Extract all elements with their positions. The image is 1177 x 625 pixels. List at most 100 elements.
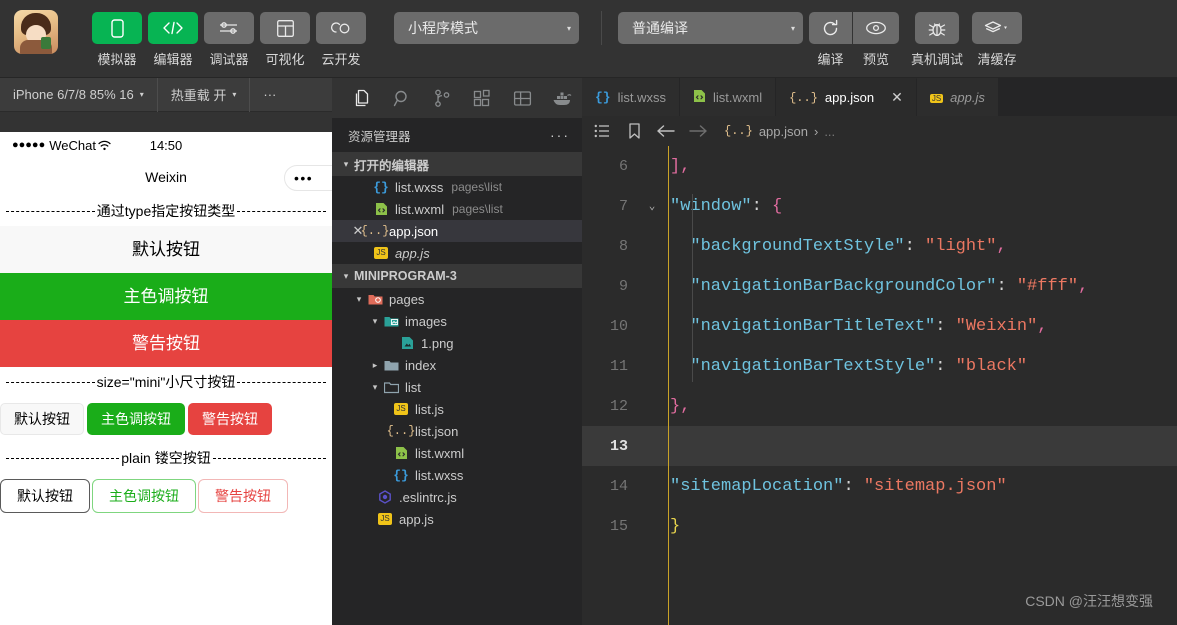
tree-item-eslintrc[interactable]: .eslintrc.js — [332, 486, 582, 508]
code-line[interactable]: 6], — [582, 146, 1177, 186]
device-debug-action[interactable]: 真机调试 — [911, 0, 963, 68]
tree-item-list-wxml[interactable]: list.wxml — [332, 442, 582, 464]
explorer-more-icon[interactable]: ··· — [550, 127, 570, 143]
tree-item-index[interactable]: ▸ index — [332, 354, 582, 376]
json-icon: {..} — [386, 424, 416, 438]
button-plain-primary[interactable]: 主色调按钮 — [92, 479, 196, 513]
json-icon: {..} — [724, 124, 753, 138]
button-warn-block[interactable]: 警告按钮 — [0, 320, 332, 367]
code-line[interactable]: 13 — [582, 426, 1177, 466]
tree-item-label: index — [405, 357, 437, 373]
section-open-editors[interactable]: ▾ 打开的编辑器 — [332, 152, 582, 176]
clear-cache-action[interactable]: 清缓存 — [972, 0, 1023, 68]
open-editor-name: list.wxss — [395, 179, 444, 195]
mode-select[interactable]: 小程序模式 ▾ — [394, 12, 579, 44]
arrow-right-icon[interactable] — [684, 124, 712, 138]
button-mini-default[interactable]: 默认按钮 — [0, 403, 84, 435]
code-line[interactable]: 11 "navigationBarTextStyle": "black" — [582, 346, 1177, 386]
search-icon[interactable] — [382, 78, 422, 118]
files-icon[interactable] — [342, 78, 382, 118]
section-project-root[interactable]: ▾ MINIPROGRAM-3 — [332, 264, 582, 288]
button-mini-primary[interactable]: 主色调按钮 — [87, 403, 185, 435]
tab-list-wxml[interactable]: list.wxml — [680, 78, 777, 116]
panel-toggle-cloud[interactable]: 云开发 — [316, 12, 366, 68]
compile-select[interactable]: 普通编译 ▾ — [618, 12, 803, 44]
capsule-button[interactable]: ••• — [284, 165, 332, 191]
code-line[interactable]: 14 "sitemapLocation": "sitemap.json" — [582, 466, 1177, 506]
close-icon[interactable]: ✕ — [891, 89, 903, 106]
button-plain-warn[interactable]: 警告按钮 — [198, 479, 288, 513]
docker-icon[interactable] — [542, 78, 582, 118]
code-line[interactable]: 15} — [582, 506, 1177, 546]
bookmark-icon[interactable] — [620, 123, 648, 139]
tree-item-pages[interactable]: ▾ pages — [332, 288, 582, 310]
code-lines: 6], 7 ⌄ "window": {8 "backgroundTextStyle":… — [582, 146, 1177, 546]
tab-app-json[interactable]: {..} app.json ✕ — [776, 78, 917, 116]
chevron-down-icon[interactable]: ▾ — [368, 382, 382, 393]
code-line[interactable]: 7 ⌄ "window": { — [582, 186, 1177, 226]
tree-item-list-wxss[interactable]: {} list.wxss — [332, 464, 582, 486]
code-token: , — [1037, 316, 1048, 336]
code-line[interactable]: 8 "backgroundTextStyle": "light", — [582, 226, 1177, 266]
explorer-header: 资源管理器 ··· — [332, 118, 582, 152]
layout-panel-icon[interactable] — [502, 78, 542, 118]
tree-item-label: app.js — [399, 511, 434, 527]
chevron-down-icon[interactable]: ▾ — [352, 294, 366, 305]
tree-item-label: list.json — [415, 423, 459, 439]
simulator-more-button[interactable]: ··· — [250, 78, 289, 112]
mode-select-value: 小程序模式 — [408, 20, 478, 36]
wifi-icon — [98, 140, 111, 151]
arrow-left-icon[interactable] — [652, 124, 680, 138]
activity-bar — [332, 78, 582, 118]
code-line[interactable]: 10 "navigationBarTitleText": "Weixin", — [582, 306, 1177, 346]
tab-list-wxss[interactable]: {} list.wxss — [582, 78, 680, 116]
section-header-mini: size="mini"小尺寸按钮 — [0, 367, 332, 397]
compile-action-label: 编译 — [817, 52, 844, 67]
extensions-icon[interactable] — [462, 78, 502, 118]
outline-icon[interactable] — [588, 124, 616, 138]
editor-tab-bar: {} list.wxss list.wxml {..} app.json ✕ J… — [582, 78, 1177, 116]
source-control-icon[interactable] — [422, 78, 462, 118]
chevron-down-icon[interactable]: ▾ — [368, 316, 382, 327]
user-avatar[interactable] — [14, 10, 58, 54]
tree-item-images[interactable]: ▾ images — [332, 310, 582, 332]
compile-action[interactable]: 编译 — [809, 0, 852, 68]
panel-toggle-visual[interactable]: 可视化 — [260, 12, 310, 68]
tree-item-app-js[interactable]: JS app.js — [332, 508, 582, 530]
button-mini-warn[interactable]: 警告按钮 — [188, 403, 272, 435]
simulator-panel: iPhone 6/7/8 85% 16 ▾ 热重载 开 ▾ ··· ●●●●● … — [0, 78, 332, 625]
breadcrumb-file[interactable]: {..} app.json › ... — [724, 124, 835, 139]
code-line[interactable]: 9 "navigationBarBackgroundColor": "#fff"… — [582, 266, 1177, 306]
tree-item-1png[interactable]: 1.png — [332, 332, 582, 354]
open-editor-item-app-json[interactable]: ✕ {..} app.json — [332, 220, 582, 242]
preview-action[interactable]: 预览 — [853, 0, 899, 68]
panel-toggle-debugger[interactable]: 调试器 — [204, 12, 254, 68]
button-plain-default[interactable]: 默认按钮 — [0, 479, 90, 513]
open-editor-item-list-wxss[interactable]: {} list.wxss pages\list — [332, 176, 582, 198]
folder-open-green-icon — [382, 315, 400, 328]
tab-app-js[interactable]: JS app.js — [916, 78, 999, 116]
tree-item-list[interactable]: ▾ list — [332, 376, 582, 398]
breadcrumb: {..} app.json › ... — [582, 116, 1177, 146]
code-token: "navigationBarBackgroundColor" — [670, 276, 997, 296]
tree-item-list-json[interactable]: {..} list.json — [332, 420, 582, 442]
panel-toggle-editor[interactable]: 编辑器 — [148, 12, 198, 68]
panel-toggle-simulator[interactable]: 模拟器 — [92, 12, 142, 68]
image-icon — [398, 336, 416, 350]
code-editor[interactable]: 6], 7 ⌄ "window": {8 "backgroundTextStyle":… — [582, 146, 1177, 625]
button-primary-block[interactable]: 主色调按钮 — [0, 273, 332, 320]
code-icon — [148, 12, 198, 44]
device-select[interactable]: iPhone 6/7/8 85% 16 ▾ — [0, 78, 157, 112]
tree-item-list-js[interactable]: JS list.js — [332, 398, 582, 420]
open-editor-name: app.json — [389, 223, 439, 239]
hot-reload-select[interactable]: 热重载 开 ▾ — [158, 78, 250, 112]
open-editor-item-app-js[interactable]: JS app.js — [332, 242, 582, 264]
layout-icon — [260, 12, 310, 44]
open-editor-item-list-wxml[interactable]: list.wxml pages\list — [332, 198, 582, 220]
code-token: "Weixin" — [955, 316, 1038, 336]
button-default-block[interactable]: 默认按钮 — [0, 226, 332, 273]
fold-chevron-icon[interactable]: ⌄ — [644, 199, 660, 213]
code-line[interactable]: 12}, — [582, 386, 1177, 426]
chevron-down-icon: ▾ — [343, 270, 349, 281]
chevron-right-icon[interactable]: ▸ — [368, 360, 382, 371]
